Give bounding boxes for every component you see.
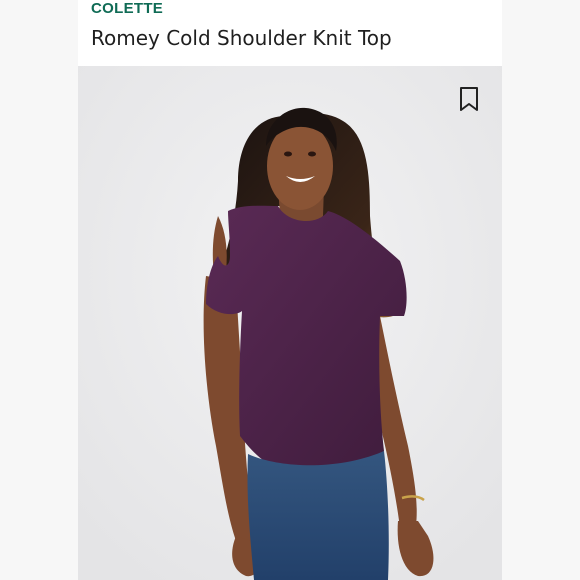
- face: [267, 122, 333, 210]
- product-header: COLETTE Romey Cold Shoulder Knit Top: [78, 0, 502, 66]
- brand-name[interactable]: COLETTE: [91, 0, 163, 17]
- page: COLETTE Romey Cold Shoulder Knit Top: [0, 0, 580, 580]
- left-eye: [284, 151, 292, 157]
- product-title: Romey Cold Shoulder Knit Top: [91, 26, 392, 50]
- product-image[interactable]: [78, 66, 502, 580]
- right-eye: [308, 151, 316, 157]
- model-photo: [78, 66, 502, 580]
- bookmark-icon[interactable]: [458, 86, 480, 112]
- product-card: COLETTE Romey Cold Shoulder Knit Top: [78, 0, 502, 580]
- jeans: [247, 451, 389, 580]
